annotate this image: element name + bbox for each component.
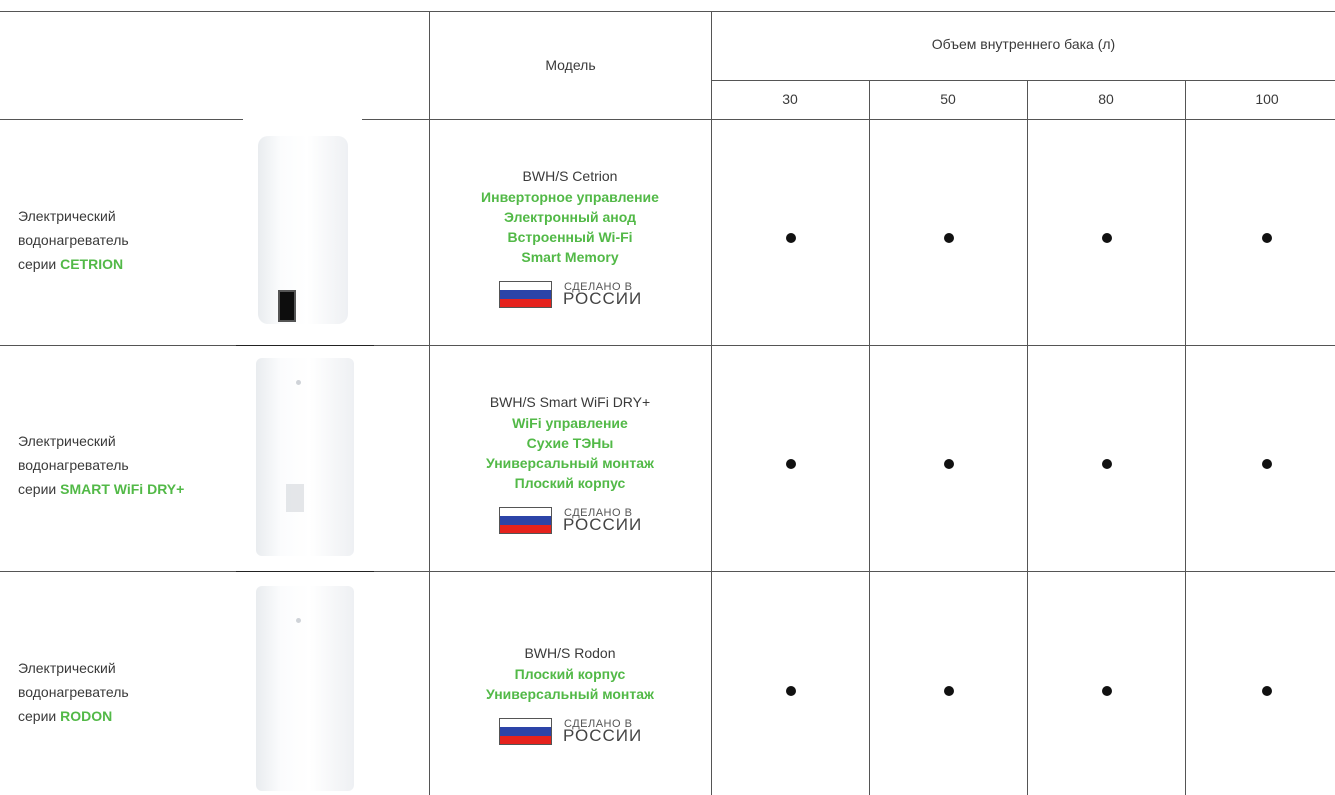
feature-item: Универсальный монтаж: [486, 455, 654, 471]
volume-30-header: 30: [782, 91, 798, 107]
feature-item: Сухие ТЭНы: [526, 435, 614, 451]
made-in-line2: РОССИИ: [563, 726, 643, 745]
model-name: BWH/S Rodon: [524, 645, 616, 661]
series-prefix: серии: [18, 481, 57, 497]
availability-dot-80: [1102, 233, 1112, 243]
series-prefix: серии: [18, 256, 57, 272]
row-label-line3: серии RODON: [18, 704, 218, 728]
row-divider-1-right: [374, 345, 1335, 346]
row-label-line1: Электрический: [18, 208, 116, 224]
volume-80-header: 80: [1098, 91, 1114, 107]
availability-dot-30: [786, 233, 796, 243]
made-in-russia-badge: СДЕЛАНО В РОССИИ: [499, 273, 641, 313]
availability-dot-50: [944, 233, 954, 243]
feature-item: Плоский корпус: [514, 666, 626, 682]
series-name: CETRION: [60, 256, 124, 272]
row-label-line2: водонагреватель: [18, 457, 129, 473]
russia-flag-icon: [499, 718, 552, 745]
row-label-cetrion: Электрический водонагреватель серии CETR…: [18, 204, 218, 276]
model-name: BWH/S Smart WiFi DRY+: [489, 394, 651, 410]
smart-wifi-dry-heater-image: [256, 358, 354, 556]
heater-indicator-dot: [296, 380, 301, 385]
availability-dot-50: [944, 459, 954, 469]
row-label-line1: Электрический: [18, 433, 116, 449]
made-in-russia-badge: СДЕЛАНО В РОССИИ: [499, 499, 641, 539]
feature-item: Электронный анод: [504, 209, 636, 225]
feature-item: Плоский корпус: [514, 475, 626, 491]
heater-control-display: [286, 484, 304, 512]
col-divider-80-100: [1185, 80, 1186, 795]
made-in-line2: РОССИИ: [563, 515, 643, 534]
made-in-russia-badge: СДЕЛАНО В РОССИИ: [499, 710, 641, 750]
series-name: RODON: [60, 708, 113, 724]
row-label-line3: серии CETRION: [18, 252, 218, 276]
table-top-border: [0, 11, 1335, 12]
row-label-rodon: Электрический водонагреватель серии RODO…: [18, 656, 218, 728]
volume-100-header: 100: [1255, 91, 1279, 107]
row-label-line2: водонагреватель: [18, 684, 129, 700]
heater-display-panel: [278, 290, 296, 322]
row-divider-2-mid: [236, 571, 374, 572]
cetrion-heater-image: [258, 136, 348, 324]
header-volume-divider: [711, 80, 1335, 81]
col-divider-50-80: [1027, 80, 1028, 795]
feature-item: WiFi управление: [512, 415, 628, 431]
model-column-header: Модель: [545, 57, 596, 73]
series-name: SMART WiFi DRY+: [60, 481, 185, 497]
model-cell-cetrion: BWH/S Cetrion Инверторное управление Эле…: [430, 166, 710, 318]
row-divider-1-left: [0, 345, 236, 346]
made-in-line2: РОССИИ: [563, 289, 643, 308]
russia-flag-icon: [499, 507, 552, 534]
row-divider-2-right: [374, 571, 1335, 572]
availability-dot-80: [1102, 459, 1112, 469]
model-name: BWH/S Cetrion: [522, 168, 618, 184]
heater-indicator-dot: [296, 618, 301, 623]
availability-dot-80: [1102, 686, 1112, 696]
availability-dot-50: [944, 686, 954, 696]
row-divider-2-left: [0, 571, 236, 572]
feature-item: Инверторное управление: [481, 189, 659, 205]
row-label-line1: Электрический: [18, 660, 116, 676]
feature-item: Встроенный Wi-Fi: [507, 229, 633, 245]
row-label-line2: водонагреватель: [18, 232, 129, 248]
col-divider-30-50: [869, 80, 870, 795]
availability-dot-100: [1262, 459, 1272, 469]
feature-item: Smart Memory: [521, 249, 619, 265]
availability-dot-100: [1262, 686, 1272, 696]
row-label-smart-wifi-dry: Электрический водонагреватель серии SMAR…: [18, 429, 218, 501]
volume-column-header: Объем внутреннего бака (л): [931, 36, 1116, 52]
rodon-heater-image: [256, 586, 354, 791]
volume-50-header: 50: [940, 91, 956, 107]
russia-flag-icon: [499, 281, 552, 308]
header-bottom-border-left: [0, 119, 243, 120]
feature-item: Универсальный монтаж: [486, 686, 654, 702]
availability-dot-30: [786, 686, 796, 696]
availability-dot-30: [786, 459, 796, 469]
model-cell-rodon: BWH/S Rodon Плоский корпус Универсальный…: [430, 643, 710, 755]
availability-dot-100: [1262, 233, 1272, 243]
header-bottom-border-right: [362, 119, 1335, 120]
model-cell-smart-wifi-dry: BWH/S Smart WiFi DRY+ WiFi управление Су…: [430, 392, 710, 544]
series-prefix: серии: [18, 708, 57, 724]
col-divider-model-right: [711, 11, 712, 795]
row-divider-1-mid: [236, 345, 374, 346]
row-label-line3: серии SMART WiFi DRY+: [18, 477, 218, 501]
